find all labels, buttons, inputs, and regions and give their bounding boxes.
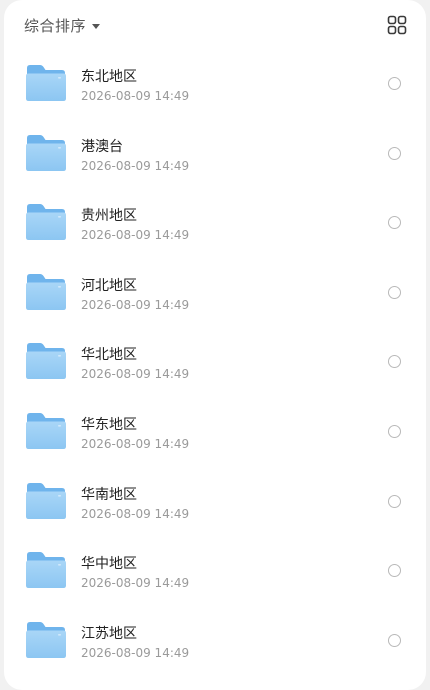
folder-name: 港澳台 bbox=[81, 138, 123, 155]
folder-icon bbox=[26, 552, 66, 589]
folder-name: 江苏地区 bbox=[81, 625, 137, 642]
folder-name: 华东地区 bbox=[81, 416, 137, 433]
select-radio-button[interactable] bbox=[388, 285, 401, 299]
folder-modified-date: 2026-08-09 14:49 bbox=[81, 367, 190, 382]
folder-list-item[interactable]: 华南地区 2026-08-09 14:49 bbox=[4, 465, 426, 535]
select-radio-button[interactable] bbox=[388, 633, 401, 647]
select-radio-button[interactable] bbox=[388, 355, 401, 369]
folder-list-item[interactable]: 东北地区 2026-08-09 14:49 bbox=[4, 47, 426, 117]
caret-down-icon bbox=[92, 23, 101, 29]
select-radio-button[interactable] bbox=[388, 424, 401, 438]
folder-list-item[interactable]: 河北地区 2026-08-09 14:49 bbox=[4, 256, 426, 326]
toolbar: 综合排序 bbox=[4, 0, 426, 50]
folder-icon bbox=[26, 343, 66, 380]
folder-modified-date: 2026-08-09 14:49 bbox=[81, 297, 190, 312]
folder-modified-date: 2026-08-09 14:49 bbox=[81, 89, 190, 103]
folder-icon bbox=[26, 204, 66, 241]
grid-view-icon bbox=[387, 15, 407, 35]
folder-list-item[interactable]: 华北地区 2026-08-09 14:49 bbox=[4, 325, 426, 395]
folder-name: 贵州地区 bbox=[81, 208, 137, 225]
folder-name: 华中地区 bbox=[81, 556, 137, 573]
folder-name: 东北地区 bbox=[81, 69, 137, 85]
select-radio-button[interactable] bbox=[388, 494, 401, 508]
folder-modified-date: 2026-08-09 14:49 bbox=[81, 436, 190, 451]
folder-list-item[interactable]: 华中地区 2026-08-09 14:49 bbox=[4, 534, 426, 604]
file-browser-panel: 综合排序 东北地区 2026-08-09 14:49 港澳台 2026-08-09 1… bbox=[4, 0, 426, 690]
folder-icon bbox=[26, 65, 66, 101]
select-radio-button[interactable] bbox=[388, 216, 401, 230]
folder-modified-date: 2026-08-09 14:49 bbox=[81, 228, 190, 243]
folder-modified-date: 2026-08-09 14:49 bbox=[81, 158, 190, 173]
folder-name: 华北地区 bbox=[81, 347, 137, 364]
grid-view-button[interactable] bbox=[386, 14, 408, 36]
folder-name: 河北地区 bbox=[81, 277, 137, 294]
select-radio-button[interactable] bbox=[388, 77, 401, 90]
folder-name: 华南地区 bbox=[81, 486, 137, 503]
folder-list: 东北地区 2026-08-09 14:49 港澳台 2026-08-09 14:49 贵… bbox=[4, 47, 426, 673]
select-radio-button[interactable] bbox=[388, 564, 401, 578]
folder-icon bbox=[26, 621, 66, 658]
sort-label: 综合排序 bbox=[24, 16, 87, 35]
folder-list-item[interactable]: 江苏地区 2026-08-09 14:49 bbox=[4, 604, 426, 674]
folder-modified-date: 2026-08-09 14:49 bbox=[81, 576, 190, 591]
folder-modified-date: 2026-08-09 14:49 bbox=[81, 506, 190, 521]
folder-icon bbox=[26, 273, 66, 310]
folder-list-item[interactable]: 华东地区 2026-08-09 14:49 bbox=[4, 395, 426, 465]
folder-icon bbox=[26, 412, 66, 449]
folder-icon bbox=[26, 134, 66, 171]
folder-modified-date: 2026-08-09 14:49 bbox=[81, 645, 190, 660]
folder-list-item[interactable]: 港澳台 2026-08-09 14:49 bbox=[4, 117, 426, 187]
sort-dropdown-button[interactable]: 综合排序 bbox=[24, 14, 101, 36]
folder-icon bbox=[26, 482, 66, 519]
select-radio-button[interactable] bbox=[388, 146, 401, 160]
folder-list-item[interactable]: 贵州地区 2026-08-09 14:49 bbox=[4, 186, 426, 256]
